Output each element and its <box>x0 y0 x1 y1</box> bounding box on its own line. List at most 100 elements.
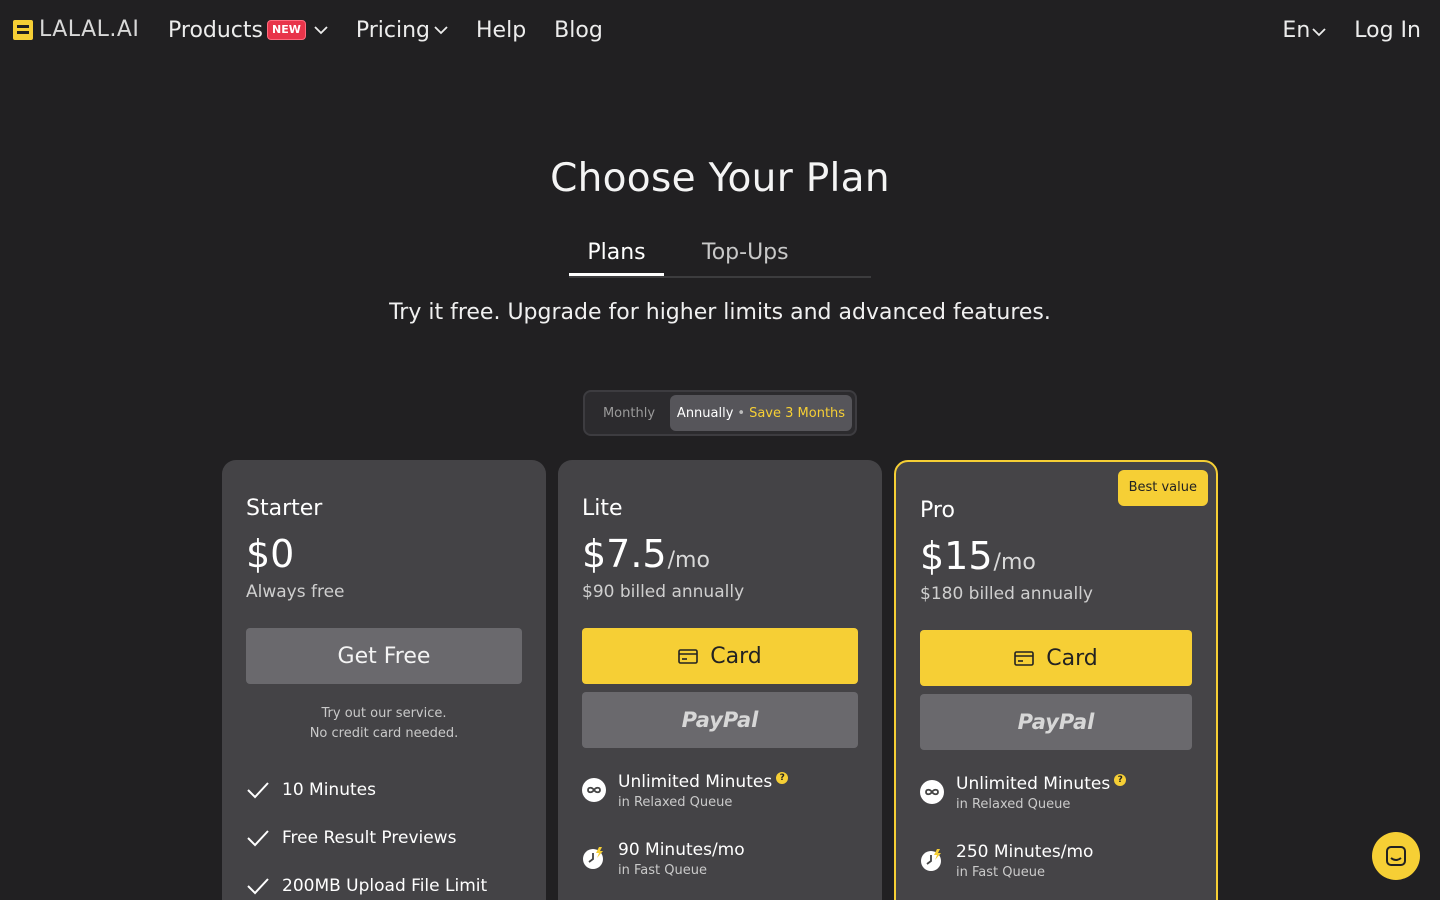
free-note-line-2: No credit card needed. <box>309 726 459 741</box>
nav-pricing[interactable]: Pricing <box>356 14 448 46</box>
page-title: Choose Your Plan <box>550 156 890 201</box>
logo-text: LALAL.AI <box>39 17 140 42</box>
paypal-logo: PayPal <box>1017 710 1095 734</box>
nav-help[interactable]: Help <box>476 14 526 46</box>
plan-card-starter: Starter $0 Always free Get Free Try out … <box>222 460 546 900</box>
nav-help-label: Help <box>476 17 527 43</box>
tab-plans[interactable]: Plans <box>569 240 664 276</box>
credit-card-icon <box>678 648 699 664</box>
plan-billing-note: $90 billed annually <box>582 582 745 602</box>
fast-clock-icon <box>921 849 941 871</box>
chevron-down-icon <box>434 25 448 34</box>
paypal-logo: PayPal <box>681 708 759 732</box>
feature-title-label: Unlimited Minutes <box>956 774 1111 794</box>
feature-text: Unlimited Minutes ? in Relaxed Queue <box>956 774 1127 812</box>
price-period: /mo <box>667 548 710 573</box>
feature-label: 200MB Upload File Limit <box>282 876 488 896</box>
feature-item: 90 Minutes/mo in Fast Queue <box>582 840 745 878</box>
card-button-label: Card <box>710 643 762 669</box>
feature-label: 10 Minutes <box>282 780 376 800</box>
pay-with-card-button[interactable]: Card <box>920 630 1192 686</box>
get-free-button[interactable]: Get Free <box>246 628 522 684</box>
feature-title: 90 Minutes/mo <box>618 840 745 860</box>
feature-subtitle: in Fast Queue <box>618 863 707 878</box>
plan-price: $7.5/mo <box>582 532 710 576</box>
feature-title: 250 Minutes/mo <box>956 842 1094 862</box>
feature-item: 10 Minutes <box>246 780 376 800</box>
billing-annually-option[interactable]: Annually • Save 3 Months <box>670 395 852 431</box>
top-navigation: LALAL.AI Products NEW Pricing Help Blog … <box>0 0 1440 62</box>
login-link[interactable]: Log In <box>1354 14 1421 46</box>
plan-price: $15/mo <box>920 534 1036 578</box>
nav-blog[interactable]: Blog <box>554 14 603 46</box>
new-badge: NEW <box>267 20 306 40</box>
save-label: Save 3 Months <box>749 405 846 421</box>
main-nav: Products NEW Pricing Help Blog <box>168 14 631 46</box>
feature-text: Unlimited Minutes ? in Relaxed Queue <box>618 772 789 810</box>
plan-price: $0 <box>246 532 294 576</box>
free-plan-note: Try out our service. No credit card need… <box>246 704 522 744</box>
nav-products-label: Products <box>168 17 263 43</box>
free-note-line-1: Try out our service. <box>321 706 447 721</box>
checkmark-icon <box>247 782 269 799</box>
pay-with-paypal-button[interactable]: PayPal <box>920 694 1192 750</box>
nav-pricing-label: Pricing <box>355 17 431 43</box>
price-period: /mo <box>993 550 1036 575</box>
plan-tabs: Plans Top-Ups <box>569 240 871 278</box>
plan-billing-note: Always free <box>246 582 345 602</box>
nav-blog-label: Blog <box>554 17 603 43</box>
checkmark-icon <box>247 878 269 895</box>
billing-monthly-option[interactable]: Monthly <box>588 406 670 421</box>
annually-label: Annually <box>676 405 734 421</box>
pay-with-card-button[interactable]: Card <box>582 628 858 684</box>
plan-name: Starter <box>246 496 323 521</box>
language-selector[interactable]: En <box>1282 14 1326 46</box>
card-button-label: Card <box>1046 645 1098 671</box>
price-amount: $15 <box>920 534 993 578</box>
feature-item: Free Result Previews <box>246 828 456 848</box>
logo[interactable]: LALAL.AI <box>13 17 139 42</box>
price-amount: $0 <box>246 532 295 576</box>
feature-item: Unlimited Minutes ? in Relaxed Queue <box>920 774 1127 812</box>
chevron-down-icon <box>314 25 328 34</box>
separator-dot: • <box>737 405 746 421</box>
feature-text: 90 Minutes/mo in Fast Queue <box>618 840 745 878</box>
feature-text: 250 Minutes/mo in Fast Queue <box>956 842 1093 880</box>
chevron-down-icon <box>1312 27 1326 36</box>
fast-clock-icon <box>583 847 603 869</box>
feature-subtitle: in Relaxed Queue <box>618 795 733 810</box>
nav-products[interactable]: Products NEW <box>168 14 328 46</box>
feature-subtitle: in Fast Queue <box>956 865 1045 880</box>
help-icon[interactable]: ? <box>776 772 789 784</box>
nav-right: En Log In <box>1254 14 1421 46</box>
best-value-badge: Best value <box>1117 470 1208 506</box>
price-amount: $7.5 <box>582 532 667 576</box>
page-subtitle: Try it free. Upgrade for higher limits a… <box>389 300 1051 325</box>
plan-card-pro: Best value Pro $15/mo $180 billed annual… <box>894 460 1218 900</box>
credit-card-icon <box>1014 650 1035 666</box>
plan-card-lite: Lite $7.5/mo $90 billed annually Card Pa… <box>558 460 882 900</box>
feature-title-label: Unlimited Minutes <box>618 772 773 792</box>
pay-with-paypal-button[interactable]: PayPal <box>582 692 858 748</box>
infinity-icon <box>920 780 944 804</box>
language-label: En <box>1282 17 1311 43</box>
billing-period-toggle: Monthly Annually • Save 3 Months <box>583 390 857 436</box>
help-icon[interactable]: ? <box>1114 774 1127 786</box>
feature-label: Free Result Previews <box>282 828 457 848</box>
infinity-icon <box>582 778 606 802</box>
checkmark-icon <box>247 830 269 847</box>
tab-top-ups[interactable]: Top-Ups <box>664 240 871 276</box>
chat-widget-button[interactable] <box>1372 832 1420 880</box>
plan-name: Lite <box>582 496 623 521</box>
plan-name: Pro <box>920 498 955 523</box>
feature-title: Unlimited Minutes ? <box>956 774 1127 794</box>
feature-item: 200MB Upload File Limit <box>246 876 487 896</box>
feature-item: 250 Minutes/mo in Fast Queue <box>920 842 1093 880</box>
plan-billing-note: $180 billed annually <box>920 584 1093 604</box>
chat-icon <box>1386 846 1406 866</box>
feature-item: Unlimited Minutes ? in Relaxed Queue <box>582 772 789 810</box>
feature-title: Unlimited Minutes ? <box>618 772 789 792</box>
login-label: Log In <box>1354 17 1421 43</box>
feature-subtitle: in Relaxed Queue <box>956 797 1071 812</box>
logo-mark-icon <box>13 19 33 40</box>
